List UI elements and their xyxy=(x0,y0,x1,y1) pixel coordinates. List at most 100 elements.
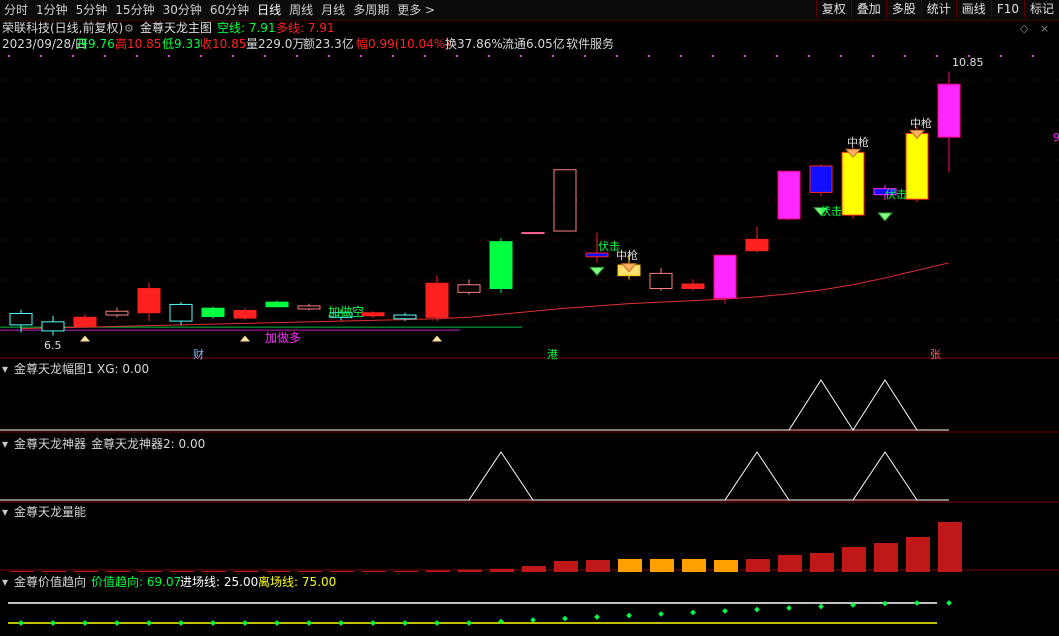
add-long-label: 加做多 xyxy=(265,330,301,345)
expand-icon[interactable]: ◇ xyxy=(1020,22,1029,35)
quote-date: 2023/09/28/四 xyxy=(2,37,87,51)
volume-bar xyxy=(298,571,322,572)
volume-bar xyxy=(74,571,98,572)
top-dot xyxy=(648,55,650,57)
panel4-entry-line: 进场线: 25.00 xyxy=(180,575,258,589)
value-trend-point xyxy=(754,606,760,613)
period-tabs: 分时 1分钟 5分钟 15分钟 30分钟 60分钟 日线 周线 月线 多周期 更多 > xyxy=(0,2,439,18)
value-trend-point xyxy=(818,603,824,610)
period-tab[interactable]: 15分钟 xyxy=(111,2,158,18)
value-trend-point xyxy=(306,620,312,626)
top-dot xyxy=(680,55,682,57)
value-trend-point xyxy=(370,620,376,626)
toolbar-button[interactable]: 复权 xyxy=(815,0,851,18)
buy-marker xyxy=(240,335,250,342)
kline-chart[interactable]: 荣联科技(日线,前复权) ⚙ 金尊天龙主图 空线: 7.91 多线: 7.91 … xyxy=(0,20,1059,636)
quote-float: 流通6.05亿 xyxy=(502,36,565,51)
toolbar-button[interactable]: 统计 xyxy=(920,0,956,18)
candle-body xyxy=(233,309,257,319)
volume-bar xyxy=(106,571,130,572)
candle-body xyxy=(297,305,321,310)
period-tab[interactable]: 周线 xyxy=(285,2,317,18)
axis-hint: 9 xyxy=(1053,131,1059,144)
top-dot xyxy=(136,55,138,57)
volume-bar xyxy=(554,561,578,572)
volume-bar xyxy=(714,560,738,572)
candle-body xyxy=(937,83,961,138)
stock-title: 荣联科技(日线,前复权) xyxy=(2,20,123,35)
value-trend-point xyxy=(594,614,600,620)
period-tab[interactable]: 日线 xyxy=(253,2,285,18)
period-tab[interactable]: 60分钟 xyxy=(206,2,253,18)
toolbar-button[interactable]: 标记 xyxy=(1023,0,1059,18)
panel1-title: 金尊天龙幅图1 xyxy=(14,361,94,376)
candle-body xyxy=(649,272,673,290)
candle-body xyxy=(841,151,865,216)
candle-body xyxy=(521,232,545,235)
panel4-exit-line: 离场线: 75.00 xyxy=(258,574,336,589)
period-tab[interactable]: 分时 xyxy=(0,2,32,18)
candle-body xyxy=(137,288,161,314)
toolbar-button[interactable]: 叠加 xyxy=(850,0,886,18)
top-dot xyxy=(872,55,874,57)
toolbar-button[interactable]: F10 xyxy=(990,0,1024,18)
value-trend-point xyxy=(786,605,792,611)
panel2-value: 金尊天龙神器2: 0.00 xyxy=(91,436,205,451)
short-line-value: 空线: 7.91 xyxy=(217,21,276,35)
quote-high: 高10.85 xyxy=(115,36,161,51)
panel2-menu-icon[interactable]: ▾ xyxy=(2,437,8,451)
value-trend-point xyxy=(914,600,920,606)
period-tab[interactable]: 更多 > xyxy=(393,2,439,18)
period-tab[interactable]: 月线 xyxy=(317,2,349,18)
toolbar-button[interactable]: 多股 xyxy=(885,0,921,18)
value-trend-point xyxy=(82,620,88,626)
candle-body xyxy=(41,321,65,332)
candle-body xyxy=(169,303,193,322)
candle-body xyxy=(681,283,705,290)
top-dot xyxy=(840,55,842,57)
value-trend-point xyxy=(722,608,728,614)
volume-bar xyxy=(938,522,962,572)
top-dot xyxy=(456,55,458,57)
candle-body xyxy=(73,316,97,327)
close-icon[interactable]: × xyxy=(1040,22,1049,35)
news-marker-cai[interactable]: 财 xyxy=(193,347,204,361)
period-tab[interactable]: 30分钟 xyxy=(159,2,206,18)
top-dot xyxy=(1032,55,1034,57)
value-trend-point xyxy=(530,617,536,623)
panel3-menu-icon[interactable]: ▾ xyxy=(2,505,8,519)
news-marker-gang[interactable]: 港 xyxy=(547,348,558,361)
panel1-menu-icon[interactable]: ▾ xyxy=(2,362,8,376)
candle-body xyxy=(777,170,801,220)
period-tab[interactable]: 多周期 xyxy=(349,2,393,18)
settings-icon[interactable]: ⚙ xyxy=(124,22,134,35)
period-tab[interactable]: 5分钟 xyxy=(72,2,112,18)
quote-low: 低9.33 xyxy=(162,37,201,51)
candle-body xyxy=(457,284,481,293)
panel1-value: XG: 0.00 xyxy=(97,362,149,376)
volume-bar xyxy=(650,559,674,572)
panel4-menu-icon[interactable]: ▾ xyxy=(2,575,8,589)
value-trend-point xyxy=(690,609,696,616)
value-trend-point xyxy=(946,600,952,606)
value-trend-point xyxy=(242,620,248,626)
volume-bar xyxy=(842,547,866,572)
candle-body xyxy=(361,312,385,317)
signal-fuji-2: 伏击 xyxy=(820,204,842,218)
value-trend-point xyxy=(146,620,152,626)
volume-bar xyxy=(170,571,194,572)
fuji-diamond xyxy=(876,212,894,222)
top-dot xyxy=(264,55,266,57)
top-dot xyxy=(200,55,202,57)
quote-row: 2023/09/28/四 开9.76 高10.85 低9.33 收10.85 量… xyxy=(2,36,614,51)
candle-body xyxy=(585,252,609,258)
period-tab[interactable]: 1分钟 xyxy=(32,2,72,18)
value-trend-point xyxy=(626,612,632,619)
signal-zhongqiang-3: 中枪 xyxy=(910,116,932,130)
top-dot xyxy=(424,55,426,57)
toolbar-button[interactable]: 画线 xyxy=(955,0,991,18)
long-line-value: 多线: 7.91 xyxy=(276,21,335,35)
value-trend-point xyxy=(434,620,440,626)
news-marker-zhang[interactable]: 张 xyxy=(930,348,941,361)
top-dot xyxy=(296,55,298,57)
